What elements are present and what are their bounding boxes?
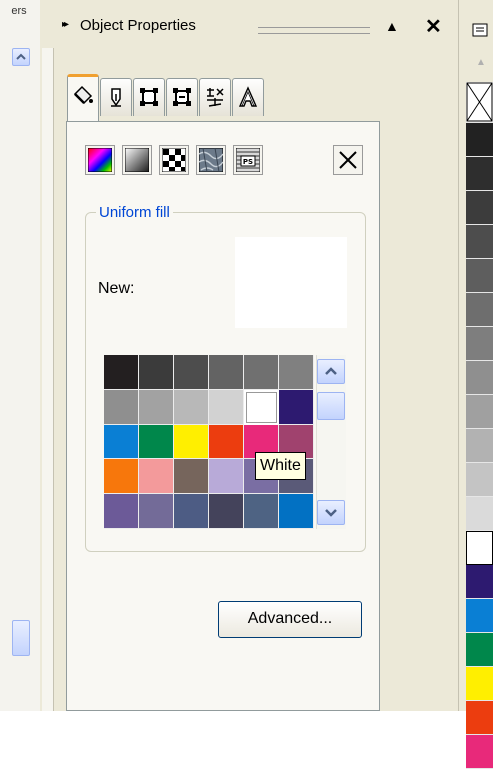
palette-swatch[interactable] <box>209 494 244 529</box>
palette-swatch[interactable] <box>244 355 279 390</box>
palette-swatch[interactable] <box>104 459 139 495</box>
palette-swatch[interactable] <box>209 355 244 390</box>
palette-swatch[interactable] <box>279 494 314 529</box>
right-palette-swatch[interactable] <box>466 735 493 769</box>
right-palette-swatch[interactable] <box>466 633 493 667</box>
palette-swatch[interactable] <box>104 494 139 529</box>
tab-character[interactable] <box>232 78 264 116</box>
character-icon <box>238 86 258 107</box>
right-palette-swatch[interactable] <box>466 599 493 633</box>
no-fill-icon <box>339 151 357 169</box>
palette-swatch[interactable] <box>174 424 209 460</box>
palette-scroll-down-button[interactable] <box>317 500 345 525</box>
outline-pen-icon <box>111 88 121 107</box>
tab-effects[interactable] <box>199 78 231 116</box>
palette-swatch[interactable] <box>174 459 209 495</box>
postscript-fill-icon: PS <box>236 148 260 172</box>
right-palette-swatch[interactable] <box>466 157 493 191</box>
palette-swatch[interactable] <box>174 355 209 390</box>
palette-swatch[interactable] <box>279 389 314 425</box>
right-palette-swatch[interactable] <box>466 667 493 701</box>
palette-swatch[interactable] <box>174 494 209 529</box>
docker-collapse-icon[interactable]: ▲ <box>385 18 399 34</box>
advanced-button[interactable]: Advanced... <box>218 601 362 638</box>
docker-left-edge <box>42 48 54 711</box>
frame-icon <box>140 88 158 106</box>
palette-swatch[interactable] <box>104 355 139 390</box>
docker-expand-icon[interactable]: ▸▸ <box>62 19 69 30</box>
palette-swatch[interactable] <box>139 424 174 460</box>
right-palette-scroll-up-icon[interactable]: ▲ <box>470 52 492 74</box>
left-scroll-up-button[interactable] <box>12 48 30 66</box>
left-docker-label: ers <box>11 5 27 17</box>
right-palette-swatch[interactable] <box>466 701 493 735</box>
right-palette-swatches <box>466 82 493 769</box>
no-fill-button[interactable] <box>333 145 363 175</box>
palette-swatch[interactable] <box>244 389 279 425</box>
right-palette-swatch[interactable] <box>466 429 493 463</box>
right-palette-swatch[interactable] <box>466 327 493 361</box>
palette-swatch[interactable] <box>174 389 209 425</box>
postscript-fill-button[interactable]: PS <box>233 145 263 175</box>
tab-outline[interactable] <box>100 78 132 116</box>
palette-swatch[interactable] <box>139 389 174 425</box>
title-bar-grip-lines <box>258 27 370 34</box>
palette-scroll-thumb[interactable] <box>317 392 345 420</box>
anchor-frame-icon <box>173 88 191 106</box>
palette-swatch[interactable] <box>139 494 174 529</box>
palette-swatch[interactable] <box>104 389 139 425</box>
uniform-fill-group-title: Uniform fill <box>96 204 173 221</box>
palette-swatch[interactable] <box>209 424 244 460</box>
right-palette-swatch[interactable] <box>466 123 493 157</box>
docker-title: Object Properties <box>80 17 196 34</box>
palette-swatch[interactable] <box>279 355 314 390</box>
new-color-label: New: <box>98 280 135 297</box>
new-color-swatch <box>235 237 347 328</box>
no-color-swatch[interactable] <box>466 82 493 123</box>
right-palette-swatch[interactable] <box>466 395 493 429</box>
palette-swatch[interactable] <box>209 459 244 495</box>
palette-swatch[interactable] <box>244 494 279 529</box>
fountain-fill-button[interactable] <box>85 145 115 175</box>
palette-swatch[interactable] <box>209 389 244 425</box>
right-palette-swatch[interactable] <box>466 293 493 327</box>
tab-frame[interactable] <box>133 78 165 116</box>
fill-bucket-icon <box>73 85 93 105</box>
palette-swatch[interactable] <box>104 424 139 460</box>
palette-swatch[interactable] <box>139 459 174 495</box>
right-palette-swatch[interactable] <box>466 225 493 259</box>
linear-gradient-icon <box>125 148 149 172</box>
right-palette-swatch[interactable] <box>466 191 493 225</box>
right-palette-swatch[interactable] <box>466 565 493 599</box>
palette-menu-icon[interactable] <box>472 22 488 41</box>
docker-close-icon[interactable]: ✕ <box>425 14 442 39</box>
linear-gradient-button[interactable] <box>122 145 152 175</box>
tab-anchor-frame[interactable] <box>166 78 198 116</box>
tab-fill[interactable] <box>67 74 99 122</box>
right-palette-swatch[interactable] <box>466 497 493 531</box>
pattern-fill-icon <box>162 148 186 172</box>
right-palette-swatch[interactable] <box>466 361 493 395</box>
texture-fill-icon <box>199 148 223 172</box>
left-scroll-thumb[interactable] <box>12 620 30 656</box>
left-docker-strip <box>0 0 41 711</box>
fountain-fill-icon <box>88 148 112 172</box>
color-tooltip: White <box>255 452 306 480</box>
palette-swatch[interactable] <box>139 355 174 390</box>
texture-fill-button[interactable] <box>196 145 226 175</box>
right-palette-swatch[interactable] <box>466 463 493 497</box>
right-palette-swatch[interactable] <box>466 259 493 293</box>
color-palette-grid <box>104 355 314 529</box>
right-palette-swatch[interactable] <box>466 531 493 565</box>
effects-icon <box>207 88 224 107</box>
svg-text:PS: PS <box>243 158 253 166</box>
palette-scroll-up-button[interactable] <box>317 359 345 384</box>
pattern-fill-button[interactable] <box>159 145 189 175</box>
